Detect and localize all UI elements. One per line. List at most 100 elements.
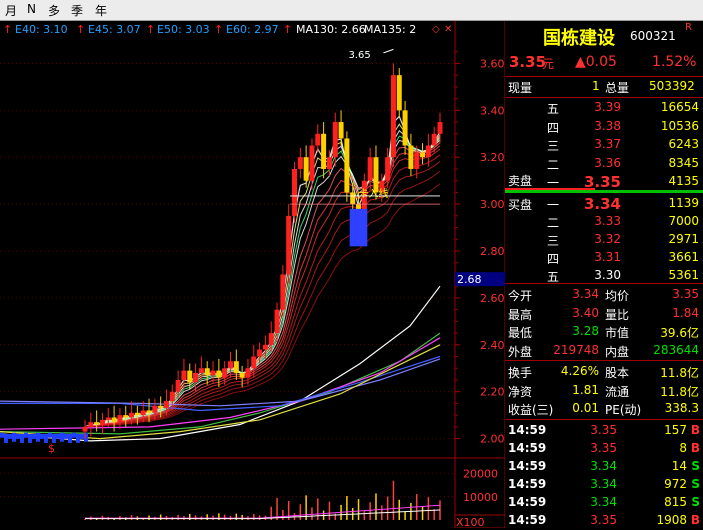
low-block <box>60 432 64 442</box>
candle-body <box>274 309 280 334</box>
ma-settings-icon[interactable]: ◇ <box>432 24 440 35</box>
ask-level: 四 <box>547 120 560 135</box>
candle-body <box>216 370 222 378</box>
stock-name: 国栋建设 <box>543 28 615 49</box>
candle-body <box>303 157 309 181</box>
candle-body <box>163 401 169 409</box>
volume-ma-line <box>85 509 441 520</box>
current-vol-label: 现量 <box>508 81 533 95</box>
candle-body <box>262 344 268 350</box>
signal-marker: $ <box>48 442 55 455</box>
stat-value: 3.28 <box>572 324 599 338</box>
tick-price: 3.35 <box>590 423 617 437</box>
ma-arrow-icon: ↑ <box>146 23 156 36</box>
y-tick-label: 2.60 <box>480 292 505 305</box>
ma-e40: E40: 3.10 <box>15 23 68 36</box>
tick-price: 3.34 <box>590 459 617 473</box>
ma-legend: ↑ E40: 3.10 ↑ E45: 3.07 ↑ E50: 3.03 ↑ E6… <box>0 21 455 39</box>
candle-body <box>350 192 356 205</box>
candle-body <box>420 152 426 158</box>
candle-body <box>181 370 187 380</box>
candle-body <box>193 372 199 383</box>
ask-row: 三 3.37 6243 <box>505 136 703 154</box>
chart-annotation: 卡入线 <box>359 187 389 200</box>
dip-block <box>361 208 368 247</box>
candle-body <box>152 405 158 413</box>
candle-body <box>210 370 216 376</box>
tab-n[interactable]: N <box>27 2 36 16</box>
ma-close-icon[interactable]: ✕ <box>444 24 452 35</box>
stat-value: 4.26% <box>560 364 599 378</box>
low-block <box>72 432 76 438</box>
candle-body <box>280 274 286 310</box>
candle-body <box>373 157 379 193</box>
candle-body <box>315 133 321 146</box>
candle-body <box>204 368 210 376</box>
stat-value: 338.3 <box>664 401 699 415</box>
tick-time: 14:59 <box>508 423 547 437</box>
low-block <box>4 433 8 443</box>
ma-e45: E45: 3.07 <box>88 23 141 36</box>
ma-ma130: MA130: 2.66 <box>296 23 366 36</box>
stat-row: 换手 4.26% 股本 11.8亿 <box>505 363 703 381</box>
bid-volume: 2971 <box>668 232 699 246</box>
tick-price: 3.34 <box>590 495 617 509</box>
bid-price: 3.33 <box>594 214 621 228</box>
tab-year[interactable]: 年 <box>95 2 107 19</box>
ask-price: 3.35 <box>583 173 621 191</box>
bid-row: 三 3.32 2971 <box>505 231 703 249</box>
price-unit: 元 <box>542 57 555 71</box>
candle-body <box>251 356 257 369</box>
current-vol: 1 <box>592 79 600 93</box>
candle-body <box>99 419 105 425</box>
stat-label: 量比 <box>605 307 630 322</box>
low-block <box>56 433 60 439</box>
volume-tick-label: 10000 <box>463 491 498 504</box>
trade-row: 14:59 3.35 8 B <box>505 440 703 458</box>
long-moving-average-line <box>0 337 441 430</box>
tab-month[interactable]: 月 <box>5 2 17 19</box>
total-vol-label: 总量 <box>605 81 630 95</box>
y-tick-label: 3.60 <box>480 57 505 70</box>
dip-block <box>355 208 362 247</box>
bid-price: 3.30 <box>594 268 621 282</box>
dip-block <box>349 208 356 247</box>
stat-label: 均价 <box>605 289 630 303</box>
stat-label: 内盘 <box>605 344 630 359</box>
ask-price: 3.37 <box>594 137 621 151</box>
bid-level: 三 <box>547 234 560 248</box>
candle-body <box>187 370 193 383</box>
ma-arrow-icon: ↑ <box>3 23 13 36</box>
candle-body <box>414 152 420 169</box>
ask-volume: 10536 <box>660 118 699 133</box>
stat-value: 3.35 <box>672 287 699 301</box>
stat-label: 外盘 <box>508 344 533 359</box>
candle-body <box>198 368 204 373</box>
candle-body <box>309 145 315 181</box>
moving-average-line <box>84 183 441 428</box>
moving-average-line <box>84 145 441 428</box>
ask-row: 五 3.39 16654 <box>505 99 703 117</box>
stat-label: 市值 <box>605 326 630 340</box>
stock-marker: R <box>685 22 692 33</box>
tab-multi[interactable]: 多 <box>48 2 60 19</box>
trade-row: 14:59 3.35 1908 B <box>505 512 703 530</box>
ma-e50: E50: 3.03 <box>157 23 210 36</box>
candle-body <box>286 215 292 275</box>
y-tick-label: 2.80 <box>480 245 505 258</box>
candle-body <box>297 157 303 169</box>
candle-body <box>245 368 251 378</box>
candle-body <box>268 333 274 345</box>
candle-body <box>396 75 402 111</box>
ask-level: 二 <box>547 157 560 172</box>
trade-row: 14:59 3.34 815 S <box>505 494 703 512</box>
low-block <box>48 432 52 438</box>
tab-quarter[interactable]: 季 <box>71 2 83 19</box>
ask-volume: 16654 <box>660 100 699 114</box>
candle-body <box>105 417 111 420</box>
low-block <box>16 433 20 439</box>
bid-level: 一 <box>547 198 560 212</box>
tick-time: 14:59 <box>508 495 547 509</box>
stat-value: 3.34 <box>572 287 599 301</box>
candle-body <box>134 412 140 416</box>
